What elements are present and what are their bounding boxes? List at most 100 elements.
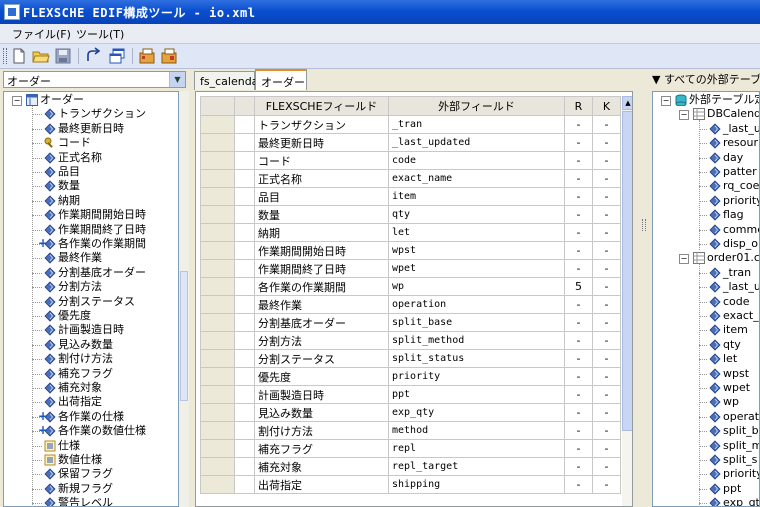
database-add-icon[interactable] [138, 47, 156, 65]
k-cell[interactable]: - [592, 187, 621, 206]
grid-row[interactable]: 補充対象 repl_target - - [200, 457, 621, 476]
grid-row[interactable]: 品目 item - - [200, 187, 621, 206]
row-checkbox-cell[interactable] [234, 313, 255, 332]
row-header[interactable] [200, 403, 235, 422]
row-header[interactable] [200, 385, 235, 404]
grid-row[interactable]: 最終作業 operation - - [200, 295, 621, 314]
collapse-toggle-icon[interactable]: − [661, 96, 671, 106]
row-header[interactable] [200, 133, 235, 152]
splitter-grip-icon[interactable] [642, 219, 646, 231]
row-checkbox-cell[interactable] [234, 277, 255, 296]
r-cell[interactable]: - [564, 241, 593, 260]
grid-row[interactable]: 作業期間開始日時 wpst - - [200, 241, 621, 260]
flexsche-field-cell[interactable]: 補充フラグ [254, 439, 389, 458]
external-field-cell[interactable]: repl_target [388, 457, 565, 476]
grid-scrollbar-thumb[interactable] [622, 111, 632, 431]
row-checkbox-cell[interactable] [234, 295, 255, 314]
k-cell[interactable]: - [592, 475, 621, 494]
k-cell[interactable]: - [592, 259, 621, 278]
r-cell[interactable]: - [564, 349, 593, 368]
row-header[interactable] [200, 241, 235, 260]
k-cell[interactable]: - [592, 151, 621, 170]
external-field-cell[interactable]: priority [388, 367, 565, 386]
k-cell[interactable]: - [592, 295, 621, 314]
k-cell[interactable]: - [592, 241, 621, 260]
flexsche-field-cell[interactable]: 割付け方法 [254, 421, 389, 440]
r-cell[interactable]: - [564, 259, 593, 278]
external-field-cell[interactable]: ppt [388, 385, 565, 404]
row-header[interactable] [200, 349, 235, 368]
scroll-up-arrow-icon[interactable]: ▲ [622, 96, 632, 110]
left-scrollbar[interactable] [179, 91, 189, 507]
r-cell[interactable]: - [564, 133, 593, 152]
r-cell[interactable]: - [564, 151, 593, 170]
undo-arrow-icon[interactable] [84, 47, 102, 65]
row-checkbox-cell[interactable] [234, 385, 255, 404]
external-field-cell[interactable]: split_method [388, 331, 565, 350]
left-scrollbar-thumb[interactable] [180, 271, 188, 401]
row-header[interactable] [200, 475, 235, 494]
row-header[interactable] [200, 259, 235, 278]
k-cell[interactable]: - [592, 367, 621, 386]
flexsche-field-cell[interactable]: 品目 [254, 187, 389, 206]
header-flexsche-field[interactable]: FLEXSCHEフィールド [254, 96, 389, 116]
menu-tools[interactable]: ツール(T) [76, 26, 124, 42]
flexsche-field-cell[interactable]: 分割基底オーダー [254, 313, 389, 332]
header-k[interactable]: K [592, 96, 621, 116]
row-checkbox-cell[interactable] [234, 151, 255, 170]
grid-row[interactable]: 最終更新日時 _last_updated - - [200, 133, 621, 152]
flexsche-field-cell[interactable]: 分割方法 [254, 331, 389, 350]
menu-file[interactable]: ファイル(F) [12, 26, 71, 42]
header-r[interactable]: R [564, 96, 593, 116]
new-file-icon[interactable] [10, 47, 28, 65]
row-checkbox-cell[interactable] [234, 223, 255, 242]
row-checkbox-cell[interactable] [234, 349, 255, 368]
k-cell[interactable]: - [592, 403, 621, 422]
row-checkbox-cell[interactable] [234, 403, 255, 422]
row-checkbox-cell[interactable] [234, 439, 255, 458]
k-cell[interactable]: - [592, 223, 621, 242]
row-checkbox-cell[interactable] [234, 241, 255, 260]
k-cell[interactable]: - [592, 313, 621, 332]
row-checkbox-cell[interactable] [234, 331, 255, 350]
external-field-cell[interactable]: item [388, 187, 565, 206]
k-cell[interactable]: - [592, 439, 621, 458]
external-field-cell[interactable]: code [388, 151, 565, 170]
collapse-toggle-icon[interactable]: − [679, 254, 689, 265]
flexsche-field-cell[interactable]: 作業期間終了日時 [254, 259, 389, 278]
r-cell[interactable]: - [564, 385, 593, 404]
external-field-cell[interactable]: wpst [388, 241, 565, 260]
row-checkbox-cell[interactable] [234, 205, 255, 224]
flexsche-field-cell[interactable]: コード [254, 151, 389, 170]
grid-row[interactable]: 分割ステータス split_status - - [200, 349, 621, 368]
flexsche-field-cell[interactable]: トランザクション [254, 115, 389, 134]
r-cell[interactable]: - [564, 313, 593, 332]
external-table-tree[interactable]: − 外部テーブル定 − DBCalend _last_u resour day patter r… [652, 91, 760, 507]
row-header[interactable] [200, 187, 235, 206]
tab-order[interactable]: オーダー [255, 69, 307, 90]
r-cell[interactable]: - [564, 457, 593, 476]
grid-row[interactable]: 分割方法 split_method - - [200, 331, 621, 350]
grid-row[interactable]: 出荷指定 shipping - - [200, 475, 621, 494]
r-cell[interactable]: 5 [564, 277, 593, 296]
flexsche-field-cell[interactable]: 見込み数量 [254, 403, 389, 422]
grid-row[interactable]: 補充フラグ repl - - [200, 439, 621, 458]
windows-icon[interactable] [108, 47, 126, 65]
flexsche-field-cell[interactable]: 数量 [254, 205, 389, 224]
row-header[interactable] [200, 421, 235, 440]
flexsche-field-cell[interactable]: 出荷指定 [254, 475, 389, 494]
external-field-cell[interactable]: _tran [388, 115, 565, 134]
row-header[interactable] [200, 313, 235, 332]
r-cell[interactable]: - [564, 295, 593, 314]
k-cell[interactable]: - [592, 421, 621, 440]
row-checkbox-cell[interactable] [234, 187, 255, 206]
flexsche-field-cell[interactable]: 計画製造日時 [254, 385, 389, 404]
flexsche-field-cell[interactable]: 作業期間開始日時 [254, 241, 389, 260]
tab-fs-calendar[interactable]: fs_calendar [194, 71, 263, 90]
external-field-cell[interactable]: let [388, 223, 565, 242]
collapse-toggle-icon[interactable]: − [679, 110, 689, 121]
grid-row[interactable]: 見込み数量 exp_qty - - [200, 403, 621, 422]
grid-row[interactable]: 作業期間終了日時 wpet - - [200, 259, 621, 278]
external-field-cell[interactable]: _last_updated [388, 133, 565, 152]
row-checkbox-cell[interactable] [234, 457, 255, 476]
